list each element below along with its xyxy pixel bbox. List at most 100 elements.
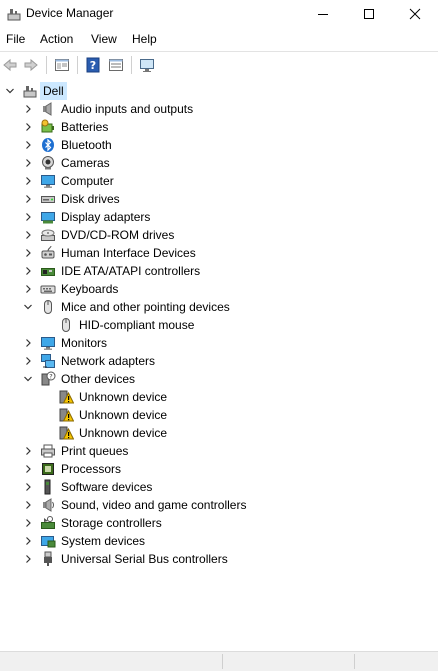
chevron-right-icon[interactable] — [22, 244, 34, 262]
tree-root[interactable]: Dell — [4, 82, 67, 100]
chevron-right-icon[interactable] — [22, 136, 34, 154]
tree-category-mice-and-other-pointing-devices-label: Mice and other pointing devices — [61, 300, 230, 314]
status-divider — [222, 654, 223, 669]
warning-device-icon — [58, 425, 74, 441]
chevron-right-icon[interactable] — [22, 478, 34, 496]
tree-category-display-adapters[interactable]: Display adapters — [22, 208, 150, 226]
chevron-right-icon[interactable] — [22, 172, 34, 190]
chevron-right-icon[interactable] — [22, 100, 34, 118]
dvd-drive-icon — [40, 227, 56, 243]
forward-button[interactable] — [22, 56, 40, 74]
tree-category-dvd-cd-rom-drives[interactable]: DVD/CD-ROM drives — [22, 226, 174, 244]
tree-category-sound-video-and-game-controllers[interactable]: Sound, video and game controllers — [22, 496, 246, 514]
tree-category-ide-ata-atapi-controllers[interactable]: IDE ATA/ATAPI controllers — [22, 262, 200, 280]
tree-category-other-devices[interactable]: ? Other devices — [22, 370, 135, 388]
back-arrow-icon — [3, 58, 17, 72]
chevron-right-icon[interactable] — [22, 514, 34, 532]
tree-category-software-devices[interactable]: Software devices — [22, 478, 152, 496]
chevron-right-icon[interactable] — [22, 442, 34, 460]
tree-device-unknown-device[interactable]: Unknown device — [40, 388, 167, 406]
status-bar — [0, 651, 438, 671]
scan-monitor-icon — [140, 59, 154, 72]
computer-root-icon — [22, 83, 38, 99]
tree-category-monitors-label: Monitors — [61, 336, 108, 350]
tree-category-computer-label: Computer — [61, 174, 114, 188]
toolbar-separator — [46, 56, 47, 74]
device-properties-button[interactable] — [107, 56, 125, 74]
window-title: Device Manager — [26, 6, 114, 20]
computer-icon — [40, 173, 56, 189]
tree-category-cameras-label: Cameras — [61, 156, 110, 170]
chevron-right-icon[interactable] — [22, 226, 34, 244]
tree-category-ide-ata-atapi-controllers-label: IDE ATA/ATAPI controllers — [61, 264, 201, 278]
scan-hardware-button[interactable] — [138, 56, 156, 74]
tree-category-bluetooth[interactable]: Bluetooth — [22, 136, 112, 154]
menu-bar: File Action View Help — [0, 30, 438, 50]
tree-device-unknown-device[interactable]: Unknown device — [40, 424, 167, 442]
chevron-right-icon[interactable] — [22, 334, 34, 352]
tree-category-batteries[interactable]: Batteries — [22, 118, 108, 136]
tree-category-human-interface-devices[interactable]: Human Interface Devices — [22, 244, 196, 262]
chevron-right-icon[interactable] — [22, 190, 34, 208]
menu-help[interactable]: Help — [132, 32, 157, 46]
tree-category-storage-controllers[interactable]: Storage controllers — [22, 514, 162, 532]
tree-category-storage-controllers-label: Storage controllers — [61, 516, 162, 530]
tree-category-computer[interactable]: Computer — [22, 172, 114, 190]
chevron-right-icon[interactable] — [22, 154, 34, 172]
chevron-right-icon[interactable] — [22, 532, 34, 550]
menu-view[interactable]: View — [91, 32, 117, 46]
toolbar-separator — [77, 56, 78, 74]
monitor-icon — [40, 335, 56, 351]
chevron-right-icon[interactable] — [22, 460, 34, 478]
tree-category-universal-serial-bus-controllers[interactable]: Universal Serial Bus controllers — [22, 550, 228, 568]
tree-category-batteries-label: Batteries — [61, 120, 109, 134]
properties-window-icon — [55, 59, 69, 71]
tree-category-system-devices[interactable]: System devices — [22, 532, 145, 550]
system-device-icon — [40, 533, 56, 549]
tree-category-monitors[interactable]: Monitors — [22, 334, 107, 352]
toolbar: ? — [0, 52, 438, 78]
tree-category-disk-drives-label: Disk drives — [61, 192, 120, 206]
chevron-right-icon[interactable] — [22, 262, 34, 280]
help-button[interactable]: ? — [84, 56, 102, 74]
keyboard-icon — [40, 281, 56, 297]
menu-action[interactable]: Action — [40, 32, 73, 46]
tree-category-processors[interactable]: Processors — [22, 460, 121, 478]
tree-device-unknown-device[interactable]: Unknown device — [40, 406, 167, 424]
tree-category-mice-and-other-pointing-devices[interactable]: Mice and other pointing devices — [22, 298, 230, 316]
properties-view-button[interactable] — [53, 56, 71, 74]
back-button[interactable] — [1, 56, 19, 74]
network-adapter-icon — [40, 353, 56, 369]
chevron-right-icon[interactable] — [22, 208, 34, 226]
usb-icon — [40, 551, 56, 567]
menu-file[interactable]: File — [6, 32, 25, 46]
chevron-down-icon[interactable] — [4, 82, 16, 100]
tree-category-processors-label: Processors — [61, 462, 122, 476]
unknown-device-icon: ? — [40, 371, 56, 387]
minimize-button[interactable] — [300, 0, 346, 28]
chevron-right-icon[interactable] — [22, 280, 34, 298]
maximize-button[interactable] — [346, 0, 392, 28]
close-button[interactable] — [392, 0, 438, 28]
tree-device-hid-compliant-mouse[interactable]: HID-compliant mouse — [40, 316, 194, 334]
tree-category-print-queues[interactable]: Print queues — [22, 442, 128, 460]
tree-category-audio-inputs-and-outputs[interactable]: Audio inputs and outputs — [22, 100, 193, 118]
chevron-right-icon[interactable] — [22, 496, 34, 514]
tree-category-cameras[interactable]: Cameras — [22, 154, 110, 172]
tree-category-network-adapters[interactable]: Network adapters — [22, 352, 155, 370]
printer-icon — [40, 443, 56, 459]
display-adapter-icon — [40, 209, 56, 225]
chevron-right-icon[interactable] — [22, 352, 34, 370]
disk-drive-icon — [40, 191, 56, 207]
chevron-down-icon[interactable] — [22, 370, 34, 388]
processor-icon — [40, 461, 56, 477]
chevron-down-icon[interactable] — [22, 298, 34, 316]
tree-category-keyboards[interactable]: Keyboards — [22, 280, 118, 298]
tree-device-unknown-device-label: Unknown device — [79, 408, 168, 422]
chevron-right-icon[interactable] — [22, 118, 34, 136]
tree-device-unknown-device-label: Unknown device — [79, 390, 168, 404]
chevron-right-icon[interactable] — [22, 550, 34, 568]
tree-category-disk-drives[interactable]: Disk drives — [22, 190, 120, 208]
bluetooth-icon — [40, 137, 56, 153]
